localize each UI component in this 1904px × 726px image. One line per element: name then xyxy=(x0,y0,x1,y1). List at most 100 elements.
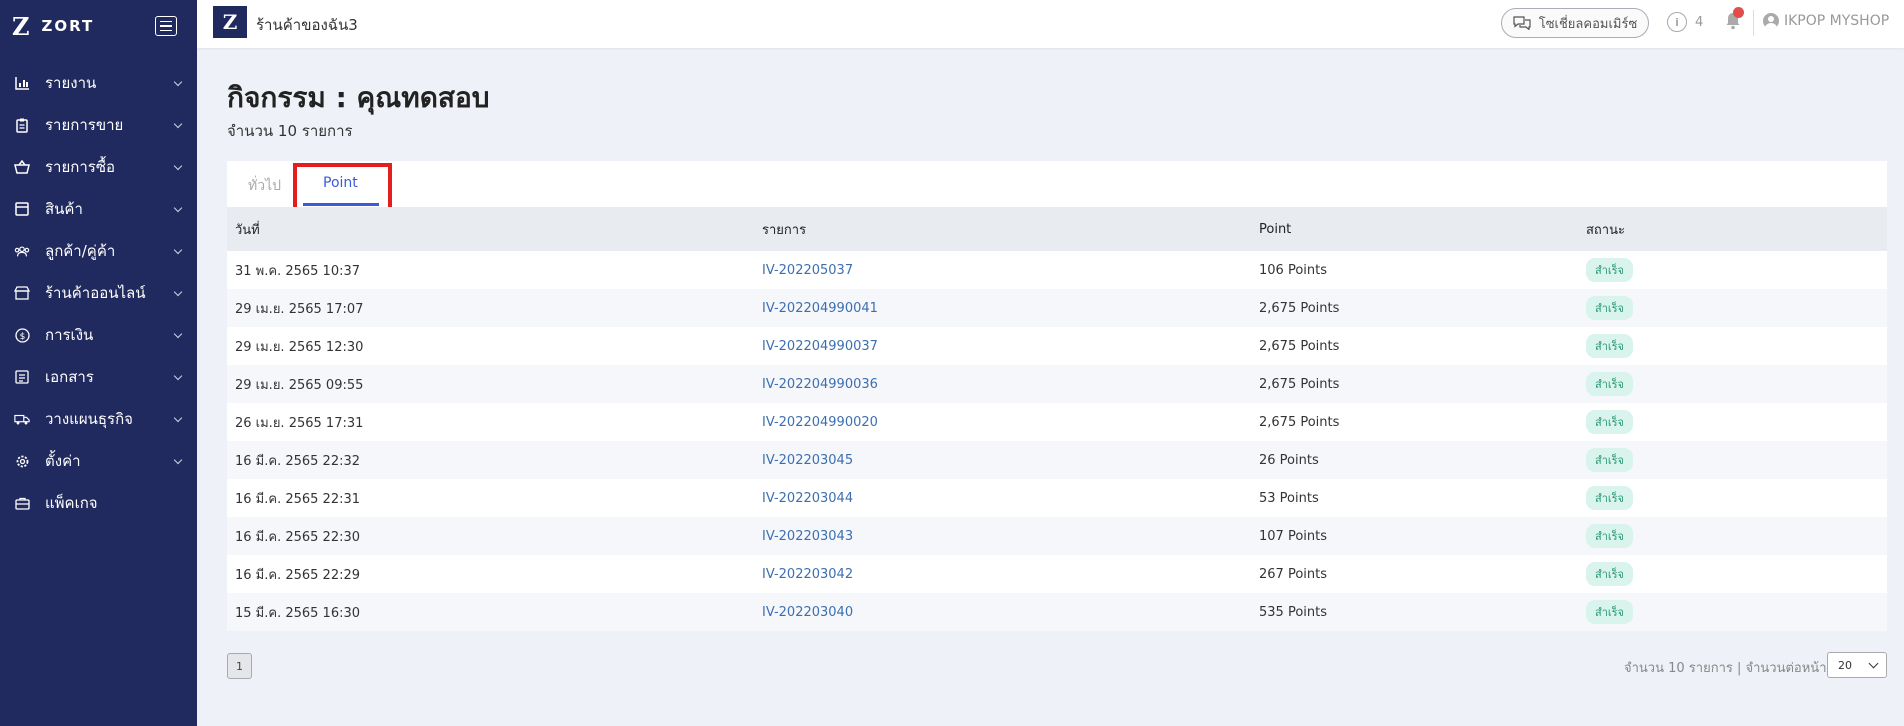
shop-name[interactable]: ร้านค้าของฉัน3 xyxy=(256,13,358,37)
document-icon xyxy=(14,369,30,385)
invoice-link[interactable]: IV-202204990036 xyxy=(762,377,878,392)
sidebar-item-label: วางแผนธุรกิจ xyxy=(45,410,133,428)
chevron-down-icon xyxy=(173,161,183,170)
user-name: IKPOP MYSHOP xyxy=(1784,13,1890,29)
cell-point: 2,675 Points xyxy=(1259,414,1340,430)
notification-button[interactable] xyxy=(1725,7,1744,34)
menu-toggle-icon[interactable] xyxy=(155,16,177,36)
cell-date: 29 เม.ย. 2565 09:55 xyxy=(235,377,364,393)
sidebar-item-reports[interactable]: รายงาน xyxy=(0,62,197,104)
chevron-down-icon xyxy=(173,245,183,254)
table-row: 15 มี.ค. 2565 16:30 IV-202203040 535 Poi… xyxy=(227,593,1887,631)
cell-point: 2,675 Points xyxy=(1259,376,1340,392)
sidebar-item-customers[interactable]: ลูกค้า/คู่ค้า xyxy=(0,230,197,272)
sidebar-item-label: ลูกค้า/คู่ค้า xyxy=(45,242,116,260)
shop-logo-icon[interactable]: Z xyxy=(213,6,247,38)
sidebar-item-sales[interactable]: รายการขาย xyxy=(0,104,197,146)
cell-date: 16 มี.ค. 2565 22:31 xyxy=(235,491,361,507)
invoice-link[interactable]: IV-202204990020 xyxy=(762,415,878,430)
tab-general[interactable]: ทั่วไป xyxy=(248,175,281,197)
sidebar-item-finance[interactable]: $ การเงิน xyxy=(0,314,197,356)
cell-date: 15 มี.ค. 2565 16:30 xyxy=(235,605,361,621)
sidebar-item-label: รายการขาย xyxy=(45,116,124,134)
table-row: 29 เม.ย. 2565 17:07 IV-202204990041 2,67… xyxy=(227,289,1887,327)
sidebar-nav: รายงาน รายการขาย รายการซื้อ สินค้า ลูกค้… xyxy=(0,62,197,524)
invoice-link[interactable]: IV-202204990037 xyxy=(762,339,878,354)
status-badge: สำเร็จ xyxy=(1586,524,1634,548)
page-record-count: จำนวน 10 รายการ xyxy=(227,122,353,140)
chevron-down-icon xyxy=(173,287,183,296)
invoice-link[interactable]: IV-202205037 xyxy=(762,263,853,278)
cell-date: 26 เม.ย. 2565 17:31 xyxy=(235,415,364,431)
sidebar-item-settings[interactable]: ตั้งค่า xyxy=(0,440,197,482)
social-commerce-label: โซเชี่ยลคอมเมิร์ซ xyxy=(1538,16,1638,32)
sidebar-item-documents[interactable]: เอกสาร xyxy=(0,356,197,398)
column-header-date[interactable]: วันที่ xyxy=(227,207,754,251)
chevron-down-icon xyxy=(173,77,183,86)
column-header-point[interactable]: Point xyxy=(1251,207,1578,251)
status-badge: สำเร็จ xyxy=(1586,258,1634,282)
social-commerce-button[interactable]: โซเชี่ยลคอมเมิร์ซ xyxy=(1501,8,1649,38)
clipboard-icon xyxy=(14,117,30,133)
table-row: 29 เม.ย. 2565 12:30 IV-202204990037 2,67… xyxy=(227,327,1887,365)
box-icon xyxy=(14,201,30,217)
invoice-link[interactable]: IV-202203042 xyxy=(762,567,853,582)
table-row: 16 มี.ค. 2565 22:31 IV-202203044 53 Poin… xyxy=(227,479,1887,517)
cell-point: 107 Points xyxy=(1259,528,1327,544)
column-header-status[interactable]: สถานะ xyxy=(1578,207,1887,251)
notification-badge xyxy=(1733,7,1744,18)
sidebar-brand: Z ZORT xyxy=(0,0,197,52)
status-badge: สำเร็จ xyxy=(1586,600,1634,624)
store-icon xyxy=(14,285,30,301)
sidebar-item-products[interactable]: สินค้า xyxy=(0,188,197,230)
sidebar-item-label: รายงาน xyxy=(45,74,97,92)
invoice-link[interactable]: IV-202203044 xyxy=(762,491,853,506)
activity-card: ทั่วไป Point วันที่ รายการ Point สถานะ 3… xyxy=(227,161,1887,631)
invoice-link[interactable]: IV-202203040 xyxy=(762,605,853,620)
invoice-link[interactable]: IV-202203045 xyxy=(762,453,853,468)
gear-icon xyxy=(14,453,30,469)
status-badge: สำเร็จ xyxy=(1586,448,1634,472)
user-avatar-icon xyxy=(1763,13,1779,29)
cell-date: 16 มี.ค. 2565 22:30 xyxy=(235,529,361,545)
truck-icon xyxy=(14,411,30,427)
topbar-divider xyxy=(1753,10,1754,36)
sidebar: Z ZORT รายงาน รายการขาย รายการซื้อ สินค้… xyxy=(0,0,197,726)
chevron-down-icon xyxy=(173,371,183,380)
users-icon xyxy=(14,243,30,259)
topbar: Z ร้านค้าของฉัน3 โซเชี่ยลคอมเมิร์ซ i 4 I… xyxy=(197,0,1904,48)
chevron-down-icon xyxy=(1868,658,1879,669)
info-indicator[interactable]: i 4 xyxy=(1667,12,1703,32)
column-header-item[interactable]: รายการ xyxy=(754,207,1251,251)
sidebar-item-label: รายการซื้อ xyxy=(45,158,116,176)
briefcase-icon xyxy=(14,495,30,511)
sidebar-item-business-planning[interactable]: วางแผนธุรกิจ xyxy=(0,398,197,440)
chevron-down-icon xyxy=(173,413,183,422)
per-page-value: 20 xyxy=(1838,658,1852,672)
sidebar-item-label: สินค้า xyxy=(45,200,83,218)
status-badge: สำเร็จ xyxy=(1586,334,1634,358)
per-page-select[interactable]: 20 xyxy=(1827,652,1887,678)
sidebar-item-online-store[interactable]: ร้านค้าออนไลน์ xyxy=(0,272,197,314)
info-count: 4 xyxy=(1695,14,1704,30)
cell-point: 106 Points xyxy=(1259,262,1327,278)
cell-point: 26 Points xyxy=(1259,452,1319,468)
invoice-link[interactable]: IV-202203043 xyxy=(762,529,853,544)
pagination-page-1[interactable]: 1 xyxy=(227,653,252,679)
sidebar-item-package[interactable]: แพ็คเกจ xyxy=(0,482,197,524)
cell-point: 535 Points xyxy=(1259,604,1327,620)
sidebar-item-purchases[interactable]: รายการซื้อ xyxy=(0,146,197,188)
cell-date: 31 พ.ค. 2565 10:37 xyxy=(235,263,361,279)
dollar-icon: $ xyxy=(14,327,30,343)
cell-date: 29 เม.ย. 2565 12:30 xyxy=(235,339,364,355)
status-badge: สำเร็จ xyxy=(1586,372,1634,396)
user-menu[interactable]: IKPOP MYSHOP xyxy=(1763,13,1889,29)
table-row: 16 มี.ค. 2565 22:30 IV-202203043 107 Poi… xyxy=(227,517,1887,555)
chart-icon xyxy=(14,75,30,91)
cell-point: 2,675 Points xyxy=(1259,300,1340,316)
sidebar-item-label: เอกสาร xyxy=(45,368,94,386)
table-header-row: วันที่ รายการ Point สถานะ xyxy=(227,207,1887,251)
tab-bar: ทั่วไป Point xyxy=(227,161,1887,216)
invoice-link[interactable]: IV-202204990041 xyxy=(762,301,878,316)
chevron-down-icon xyxy=(173,329,183,338)
